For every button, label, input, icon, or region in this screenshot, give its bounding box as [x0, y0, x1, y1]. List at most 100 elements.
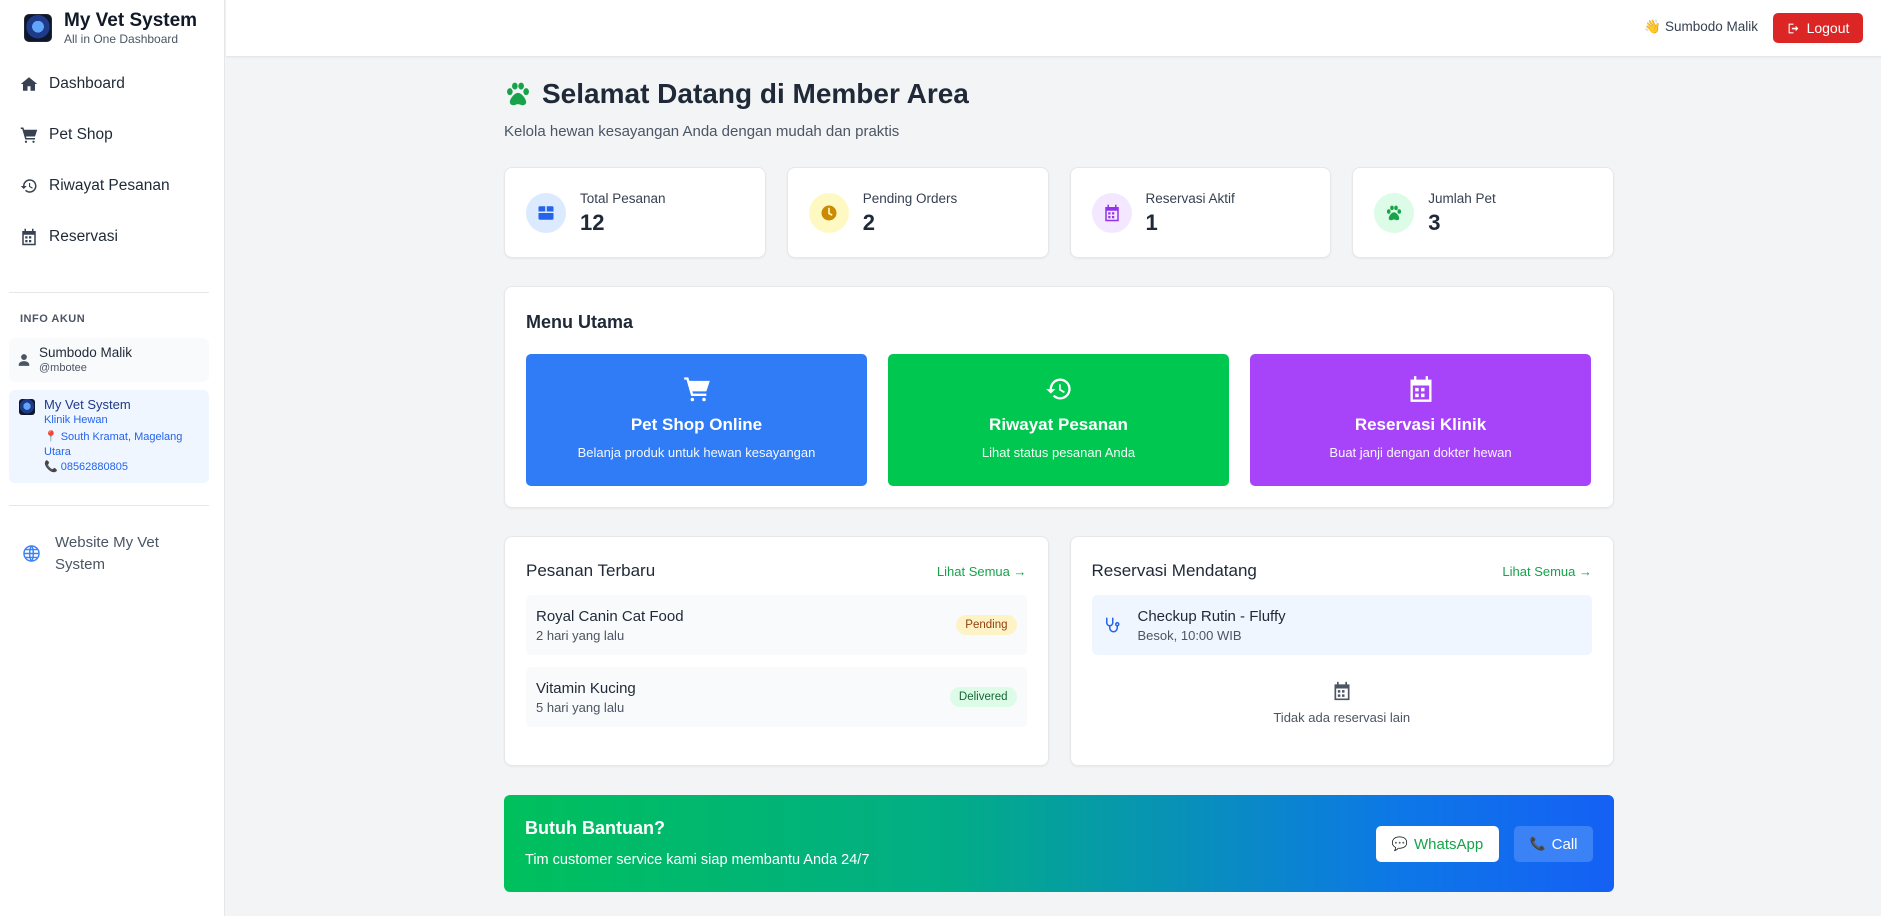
- cart-icon: [20, 127, 38, 143]
- clinic-phone-text: 08562880805: [60, 461, 128, 473]
- menu-tile-riwayat-pesanan[interactable]: Riwayat Pesanan Lihat status pesanan And…: [888, 354, 1229, 486]
- website-link-text: Website My Vet System: [55, 534, 159, 573]
- order-item[interactable]: Royal Canin Cat Food 2 hari yang lalu Pe…: [526, 595, 1027, 655]
- brand[interactable]: My Vet System All in One Dashboard: [0, 0, 224, 56]
- stat-label: Pending Orders: [862, 190, 958, 206]
- help-banner: Butuh Bantuan? Tim customer service kami…: [504, 795, 1614, 892]
- clinic-info-card: My Vet System Klinik Hewan 📍 South Kramat…: [9, 390, 209, 483]
- menu-tile-desc: Buat janji dengan dokter hewan: [1329, 445, 1512, 460]
- status-badge: Delivered: [949, 687, 1017, 707]
- info-akun-title: INFO AKUN: [20, 313, 86, 325]
- stat-card-reservasi-aktif: Reservasi Aktif 1: [1069, 167, 1332, 258]
- sidebar-nav: Dashboard Pet Shop Riwayat Pesanan Reser…: [0, 58, 224, 262]
- panel-header: Reservasi Mendatang Lihat Semua →: [1092, 560, 1593, 582]
- sidebar-item-reservasi[interactable]: Reservasi: [0, 211, 224, 262]
- order-item[interactable]: Vitamin Kucing 5 hari yang lalu Delivere…: [526, 667, 1027, 727]
- stethoscope-icon: [1105, 617, 1119, 633]
- status-badge: Pending: [956, 615, 1017, 635]
- stat-icon-wrap: [526, 192, 566, 233]
- globe-icon: [23, 545, 40, 562]
- sidebar-item-label: Reservasi: [49, 227, 118, 245]
- panel-title: Reservasi Mendatang: [1091, 561, 1257, 580]
- call-button[interactable]: 📞 Call: [1514, 826, 1593, 862]
- sidebar-item-pet-shop[interactable]: Pet Shop: [0, 109, 224, 160]
- calendar-icon: [1410, 376, 1431, 402]
- lihat-semua-reservations-link[interactable]: Lihat Semua →: [1502, 564, 1592, 579]
- reservation-name: Checkup Rutin - Fluffy: [1137, 607, 1286, 625]
- page-title-text: Selamat Datang di Member Area: [542, 78, 969, 109]
- menu-utama-card: Menu Utama Pet Shop Online Belanja produ…: [504, 286, 1614, 508]
- menu-tile-title: Pet Shop Online: [630, 415, 763, 434]
- sidebar-item-label: Riwayat Pesanan: [49, 176, 170, 194]
- menu-tile-desc: Lihat status pesanan Anda: [981, 445, 1136, 460]
- sidebar-item-riwayat-pesanan[interactable]: Riwayat Pesanan: [0, 160, 224, 211]
- clinic-name: My Vet System: [44, 397, 131, 412]
- user-info-card: Sumbodo Malik @mbotee: [9, 338, 209, 382]
- stat-label: Jumlah Pet: [1428, 190, 1496, 206]
- logout-label: Logout: [1806, 20, 1850, 36]
- user-name: Sumbodo Malik: [39, 345, 133, 360]
- calendar-icon: [1334, 681, 1350, 701]
- stat-card-pending-orders: Pending Orders 2: [786, 167, 1049, 258]
- call-label: Call: [1551, 835, 1578, 853]
- clinic-phone: 📞 08562880805: [44, 460, 201, 475]
- history-icon: [1045, 378, 1071, 400]
- phone-icon: 📞: [1529, 836, 1546, 851]
- logout-icon: [1788, 23, 1798, 33]
- clinic-type: Klinik Hewan: [44, 414, 108, 426]
- order-time: 2 hari yang lalu: [536, 627, 625, 643]
- recent-section: Pesanan Terbaru Lihat Semua → Royal Cani…: [504, 536, 1614, 766]
- clinic-address-text: South Kramat, Magelang Utara: [44, 431, 183, 458]
- calendar-icon: [22, 228, 36, 245]
- stat-card-total-pesanan: Total Pesanan 12: [504, 167, 766, 258]
- stat-label: Reservasi Aktif: [1145, 190, 1235, 206]
- empty-state-text: Tidak ada reservasi lain: [1273, 710, 1411, 725]
- menu-utama-title: Menu Utama: [526, 312, 634, 332]
- clinic-address: 📍 South Kramat, Magelang Utara: [44, 430, 201, 460]
- stat-icon-wrap: [1091, 192, 1132, 233]
- stat-card-jumlah-pet: Jumlah Pet 3: [1352, 167, 1614, 258]
- brand-logo: [24, 14, 52, 42]
- page-title: Selamat Datang di Member Area: [504, 77, 1614, 111]
- page-subtitle: Kelola hewan kesayangan Anda dengan muda…: [504, 123, 900, 140]
- phone-icon: 📞: [44, 461, 58, 473]
- menu-tile-title: Riwayat Pesanan: [989, 415, 1128, 434]
- menu-tile-reservasi-klinik[interactable]: Reservasi Klinik Buat janji dengan dokte…: [1250, 354, 1591, 486]
- stat-label: Total Pesanan: [580, 190, 666, 206]
- whatsapp-button[interactable]: 💬 WhatsApp: [1376, 826, 1499, 862]
- stat-value: 12: [580, 209, 605, 235]
- website-link[interactable]: Website My Vet System: [0, 506, 224, 576]
- stat-value: 3: [1428, 209, 1441, 235]
- sidebar-item-label: Dashboard: [49, 74, 125, 92]
- calendar-icon: [1104, 204, 1119, 221]
- stats-row: Total Pesanan 12 Pending Orders 2 Reserv…: [504, 167, 1614, 258]
- order-time: 5 hari yang lalu: [536, 699, 625, 715]
- menu-grid: Pet Shop Online Belanja produk untuk hew…: [526, 354, 1592, 486]
- reservation-empty-state: Tidak ada reservasi lain: [1092, 680, 1593, 725]
- stat-icon-wrap: [1374, 192, 1415, 233]
- chat-icon: 💬: [1391, 836, 1408, 851]
- menu-tile-pet-shop-online[interactable]: Pet Shop Online Belanja produk untuk hew…: [526, 354, 867, 486]
- clock-icon: [821, 205, 837, 220]
- lihat-semua-orders-link[interactable]: Lihat Semua →: [937, 564, 1027, 579]
- panel-header: Pesanan Terbaru Lihat Semua →: [526, 560, 1027, 582]
- brand-title: My Vet System: [64, 9, 198, 31]
- panel-title: Pesanan Terbaru: [526, 561, 656, 580]
- menu-tile-title: Reservasi Klinik: [1354, 415, 1487, 434]
- sidebar-item-dashboard[interactable]: Dashboard: [0, 58, 224, 109]
- clinic-logo: [19, 399, 35, 415]
- stat-value: 1: [1145, 209, 1158, 235]
- home-icon: [20, 76, 38, 91]
- sidebar-item-label: Pet Shop: [49, 125, 113, 143]
- brand-subtitle: All in One Dashboard: [64, 31, 179, 46]
- sidebar: My Vet System All in One Dashboard Dashb…: [0, 0, 225, 916]
- reservation-time: Besok, 10:00 WIB: [1137, 627, 1242, 643]
- reservation-item[interactable]: Checkup Rutin - Fluffy Besok, 10:00 WIB: [1091, 595, 1592, 655]
- user-icon: [18, 354, 30, 366]
- logout-button[interactable]: Logout: [1773, 13, 1863, 43]
- stat-value: 2: [862, 209, 875, 235]
- whatsapp-label: WhatsApp: [1413, 835, 1484, 853]
- history-icon: [20, 178, 37, 193]
- box-icon: [538, 205, 554, 220]
- top-header: 👋 Sumbodo Malik Logout: [226, 0, 1881, 57]
